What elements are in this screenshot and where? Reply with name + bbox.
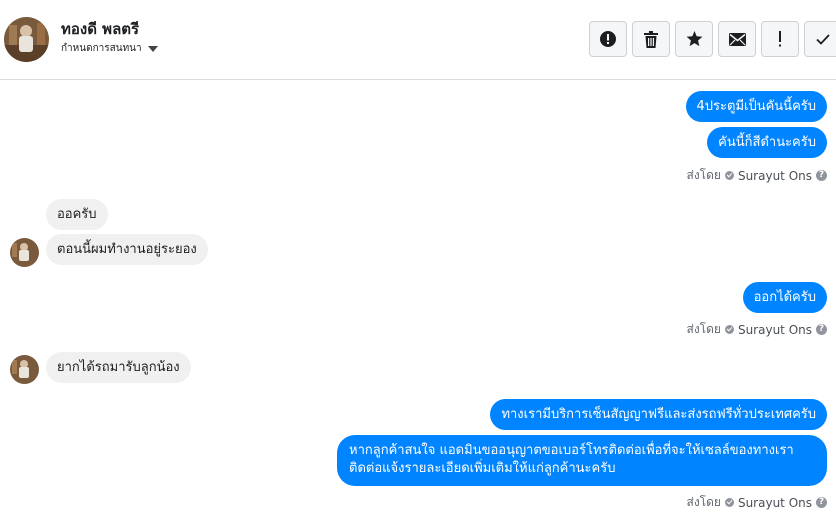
star-icon (686, 31, 702, 47)
message-bubble-outgoing: หากลูกค้าสนใจ แอดมินขออนุญาตขอเบอร์โทรติ… (337, 435, 827, 486)
message-bubble-incoming: ออครับ (46, 199, 108, 230)
delete-button[interactable] (632, 21, 670, 57)
sender-avatar[interactable] (10, 238, 39, 267)
sent-by-label: ส่งโดย Surayut Ons ? (686, 320, 827, 339)
contact-name: ทองดี พลตรี (61, 20, 140, 38)
sender-agent-name[interactable]: Surayut Ons (738, 323, 812, 337)
verified-check-icon (724, 498, 734, 507)
sender-agent-name[interactable]: Surayut Ons (738, 169, 812, 183)
conversation-status-label: กำหนดการสนทนา (61, 43, 142, 54)
trash-icon (644, 30, 658, 48)
mark-important-button[interactable] (761, 21, 799, 57)
exclamation-circle-icon (600, 31, 616, 47)
verified-check-icon (724, 325, 734, 334)
help-icon[interactable]: ? (816, 497, 827, 508)
message-bubble-outgoing: คันนี้ก็สีดำนะครับ (707, 127, 827, 158)
message-bubble-incoming: ยากได้รถมารับลูกน้อง (46, 352, 191, 383)
help-icon[interactable]: ? (816, 170, 827, 181)
message-bubble-incoming: ตอนนี้ผมทำงานอยู่ระยอง (46, 234, 208, 265)
sent-by-prefix: ส่งโดย (686, 322, 721, 336)
conversation-header: ทองดี พลตรี กำหนดการสนทนา (0, 0, 836, 80)
message-bubble-outgoing: ทางเรามีบริการเซ็นสัญญาฟรีและส่งรถฟรีทั่… (490, 399, 827, 430)
verified-check-icon (724, 171, 734, 180)
help-icon[interactable]: ? (816, 324, 827, 335)
sent-by-label: ส่งโดย Surayut Ons ? (686, 493, 827, 512)
sent-by-label: ส่งโดย Surayut Ons ? (686, 166, 827, 185)
message-bubble-outgoing: ออกได้ครับ (742, 282, 827, 313)
sent-by-prefix: ส่งโดย (686, 168, 721, 182)
report-button[interactable] (589, 21, 627, 57)
sent-by-prefix: ส่งโดย (686, 495, 721, 509)
exclamation-icon (779, 31, 781, 47)
mail-button[interactable] (718, 21, 756, 57)
checkmark-icon (816, 33, 830, 45)
mark-done-button[interactable] (804, 21, 836, 57)
caret-down-icon (147, 45, 158, 52)
contact-avatar[interactable] (4, 17, 49, 62)
star-button[interactable] (675, 21, 713, 57)
sender-agent-name[interactable]: Surayut Ons (738, 496, 812, 510)
envelope-icon (728, 32, 746, 46)
conversation-status-dropdown[interactable]: กำหนดการสนทนา (61, 41, 158, 56)
message-bubble-outgoing: 4ประตูมีเป็นคันนี้ครับ (685, 91, 827, 122)
sender-avatar[interactable] (10, 355, 39, 384)
